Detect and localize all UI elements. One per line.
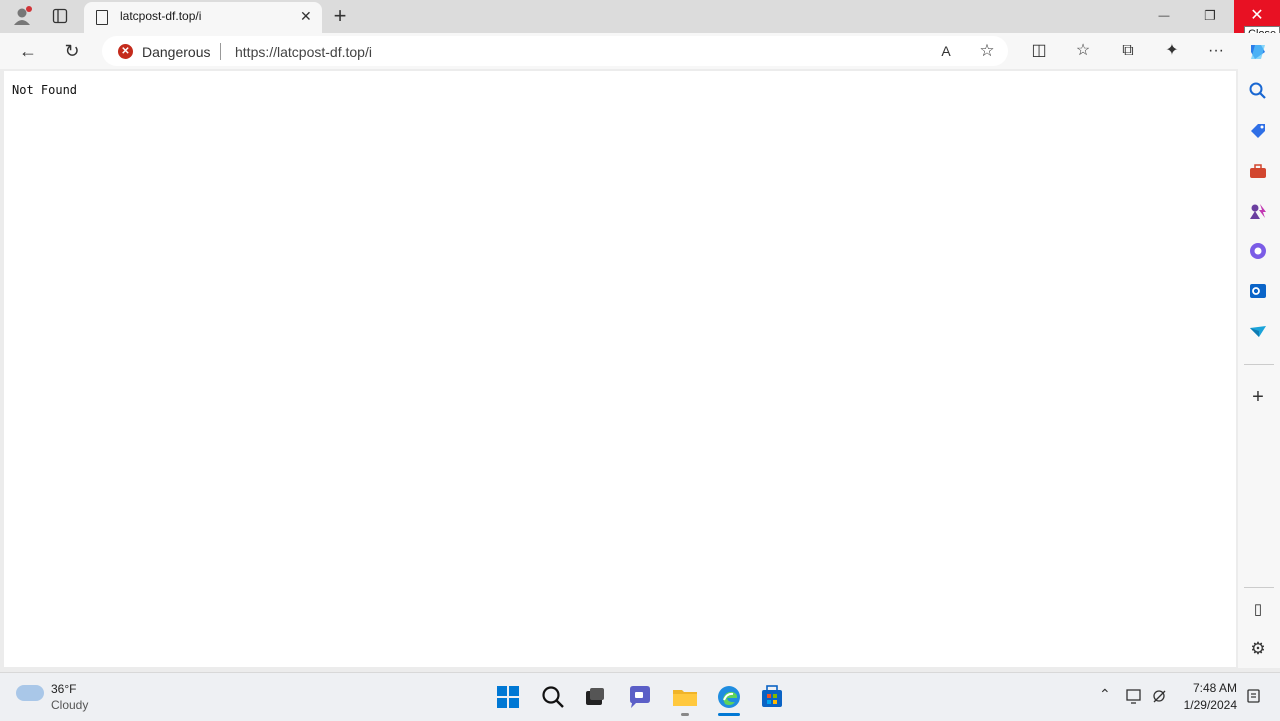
hide-sidebar-icon[interactable]: ▯	[1247, 599, 1269, 621]
security-status-label[interactable]: Dangerous	[142, 44, 211, 60]
page-content: Not Found	[4, 71, 1236, 667]
explorer-running-indicator	[681, 713, 689, 716]
extensions-icon[interactable]: ✦	[1160, 39, 1184, 63]
clock-time[interactable]: 7:48 AM	[1192, 681, 1237, 695]
url-text[interactable]: https://latcpost-df.top/i	[235, 44, 372, 60]
microsoft365-icon[interactable]	[1247, 240, 1269, 262]
restore-button[interactable]: ❐	[1198, 4, 1222, 28]
minimize-button[interactable]: —	[1152, 4, 1176, 28]
file-explorer-icon[interactable]	[671, 683, 699, 711]
sidebar-divider-bottom	[1244, 587, 1274, 588]
outlook-icon[interactable]	[1247, 280, 1269, 302]
split-screen-icon[interactable]: ◫	[1027, 39, 1051, 63]
edge-icon[interactable]	[715, 683, 743, 711]
page-icon	[96, 10, 108, 25]
more-options-icon[interactable]: ···	[1204, 39, 1228, 63]
task-view-icon[interactable]	[581, 683, 609, 711]
drop-icon[interactable]	[1247, 320, 1269, 342]
add-favorite-icon[interactable]: ☆	[975, 39, 999, 63]
address-bar[interactable]: ✕ Dangerous https://latcpost-df.top/i A …	[102, 36, 1008, 66]
clock-date[interactable]: 1/29/2024	[1180, 698, 1237, 712]
tab-actions-icon[interactable]	[52, 8, 68, 24]
back-button[interactable]: ←	[16, 39, 40, 63]
sidebar-divider	[1244, 364, 1274, 365]
tab-title: latcpost-df.top/i	[120, 9, 202, 23]
refresh-button[interactable]: ↻	[60, 39, 84, 63]
tools-icon[interactable]	[1247, 160, 1269, 182]
favorites-icon[interactable]: ☆	[1071, 39, 1095, 63]
navigation-toolbar: ← ↻ ✕ Dangerous https://latcpost-df.top/…	[0, 33, 1280, 69]
notifications-icon[interactable]	[1245, 687, 1263, 705]
shopping-icon[interactable]	[1247, 120, 1269, 142]
search-taskbar-icon[interactable]	[539, 683, 567, 711]
add-icon[interactable]: +	[1247, 386, 1269, 408]
network-sound-icon[interactable]	[1151, 687, 1169, 705]
active-tab[interactable]: latcpost-df.top/i ✕	[84, 2, 322, 33]
games-icon[interactable]	[1247, 200, 1269, 222]
search-icon[interactable]	[1247, 80, 1269, 102]
danger-icon[interactable]: ✕	[118, 44, 133, 59]
edge-active-indicator	[718, 713, 740, 716]
tab-close-icon[interactable]: ✕	[300, 8, 312, 25]
address-divider	[220, 43, 221, 60]
store-icon[interactable]	[758, 683, 786, 711]
display-icon[interactable]	[1125, 687, 1143, 705]
title-bar: latcpost-df.top/i ✕ + — ❐ ✕	[0, 0, 1280, 33]
new-tab-button[interactable]: +	[328, 4, 352, 28]
start-icon[interactable]	[494, 683, 522, 711]
read-aloud-icon[interactable]: A	[934, 39, 958, 63]
profile-icon[interactable]	[12, 6, 32, 26]
not-found-text: Not Found	[12, 83, 78, 97]
sidebar: + ▯ ⚙	[1238, 33, 1280, 668]
weather-condition[interactable]: Cloudy	[51, 698, 88, 712]
collections-icon[interactable]: ⧉	[1116, 39, 1140, 63]
cloud-icon[interactable]	[16, 685, 44, 701]
taskbar: 36°F Cloudy ⌃ 7:48 AM 1/29/2024	[0, 672, 1280, 721]
weather-temperature[interactable]: 36°F	[51, 682, 76, 696]
settings-icon[interactable]: ⚙	[1247, 638, 1269, 660]
copilot-icon[interactable]	[1247, 41, 1269, 63]
teams-chat-icon[interactable]	[626, 683, 654, 711]
show-hidden-icons-icon[interactable]: ⌃	[1099, 686, 1111, 703]
